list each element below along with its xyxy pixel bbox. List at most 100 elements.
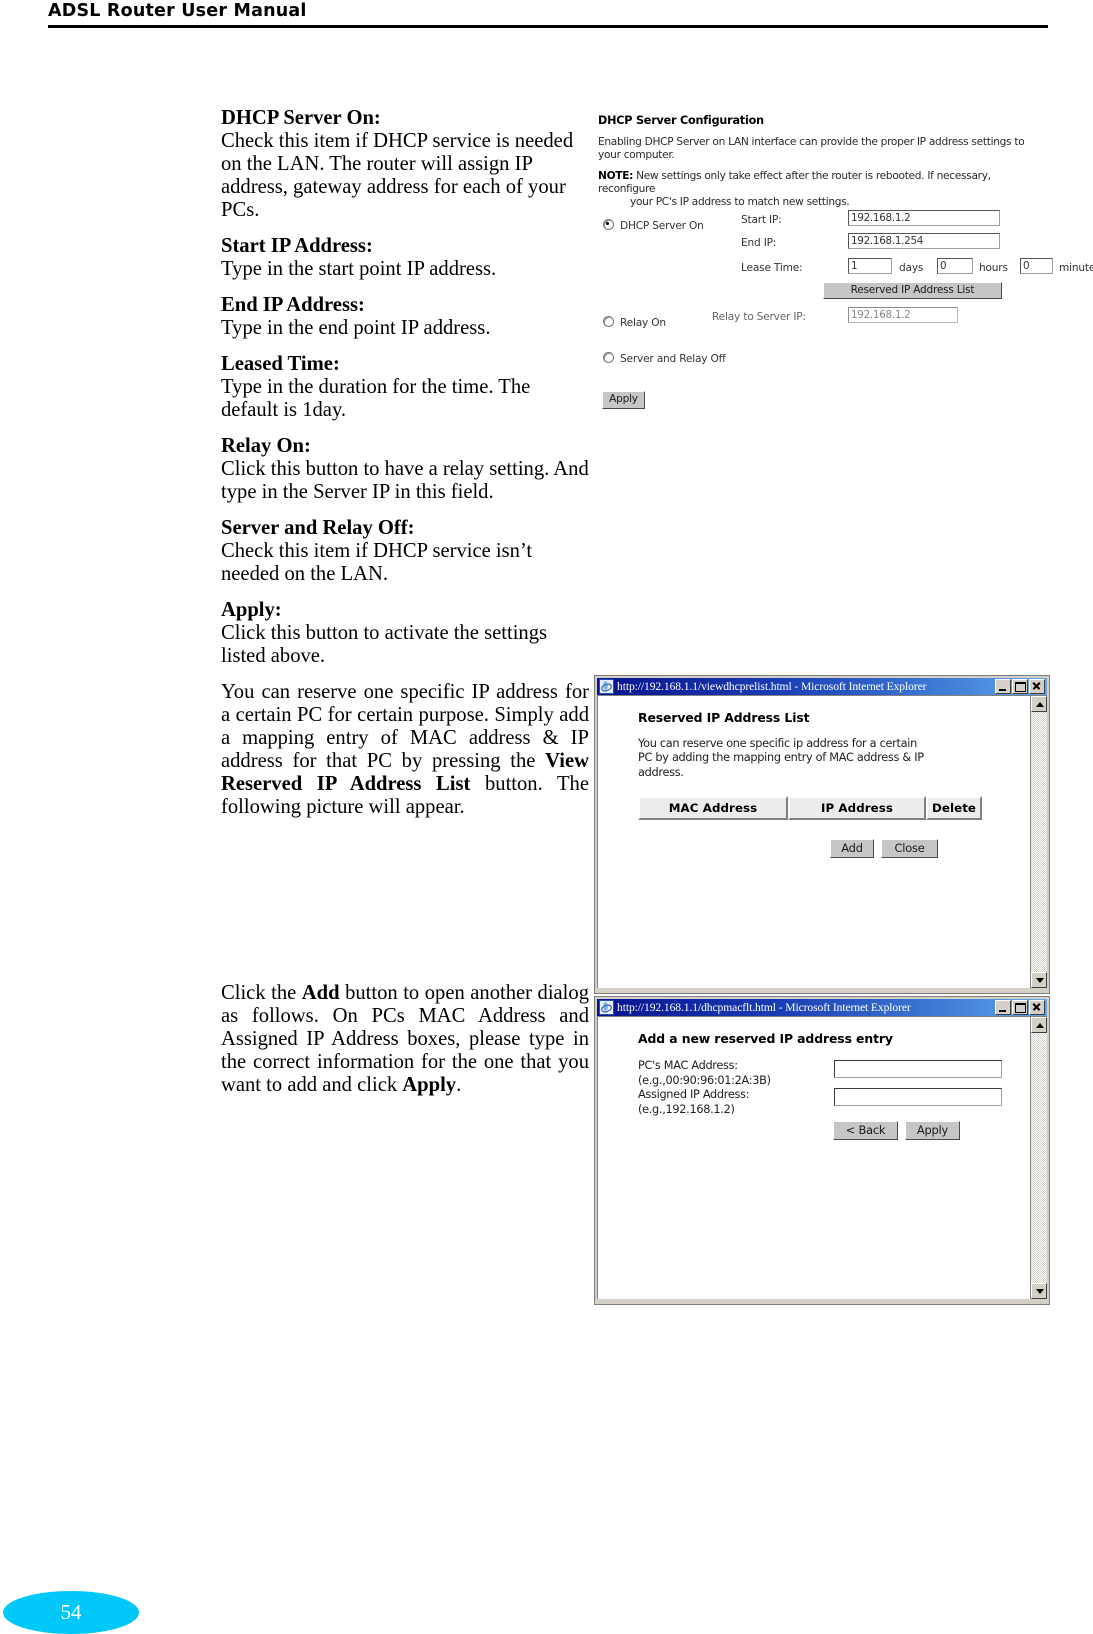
reserved-ip-table: MAC Address IP Address Delete bbox=[638, 796, 1031, 821]
back-button[interactable]: < Back bbox=[833, 1121, 898, 1140]
scrollbar-track[interactable] bbox=[1031, 1033, 1047, 1283]
page-number: 54 bbox=[60, 1600, 82, 1624]
close-icon[interactable] bbox=[1029, 679, 1045, 694]
unit-days: days bbox=[899, 262, 924, 274]
apply-button-add-entry[interactable]: Apply bbox=[905, 1121, 960, 1140]
close-icon[interactable] bbox=[1029, 1000, 1045, 1015]
desc-server-relay-off: Check this item if DHCP service isn’t ne… bbox=[221, 540, 533, 586]
reserved-list-button-row: Add Close bbox=[830, 839, 1031, 859]
window-title-add-entry: http://192.168.1.1/dhcpmacflt.html - Mic… bbox=[617, 1001, 911, 1014]
heading-reserved-ip-address-list: Reserved IP Address List bbox=[638, 710, 810, 725]
section-relay-on: Relay On: Click this button to have a re… bbox=[221, 435, 589, 504]
description-reserved-ip-address-list: You can reserve one specific ip address … bbox=[638, 737, 924, 779]
dhcp-config-heading: DHCP Server Configuration bbox=[598, 114, 764, 127]
section-dhcp-server-on: DHCP Server On: Check this item if DHCP … bbox=[221, 107, 589, 222]
input-start-ip[interactable]: 192.168.1.2 bbox=[848, 210, 1000, 226]
header-rule bbox=[48, 25, 1048, 28]
scroll-up-arrow-icon[interactable] bbox=[1031, 1017, 1047, 1033]
radio-label-server-relay-off: Server and Relay Off bbox=[620, 353, 726, 365]
apply-button-dhcp-config[interactable]: Apply bbox=[602, 391, 645, 409]
section-start-ip: Start IP Address: Type in the start poin… bbox=[221, 235, 589, 281]
internet-explorer-icon bbox=[599, 1000, 614, 1015]
radio-button-icon-relay-on[interactable] bbox=[603, 316, 614, 327]
input-lease-hours[interactable]: 0 bbox=[937, 258, 973, 274]
vertical-scrollbar-add-entry[interactable] bbox=[1030, 1017, 1047, 1299]
input-lease-days[interactable]: 1 bbox=[848, 258, 892, 274]
label-relay-on: Relay On: bbox=[221, 435, 311, 458]
window-body-reserved-list: Reserved IP Address List You can reserve… bbox=[597, 695, 1047, 988]
dhcp-config-note: NOTE: New settings only take effect afte… bbox=[598, 170, 1048, 210]
scrollbar-track[interactable] bbox=[1031, 712, 1047, 972]
unit-minutes: minutes bbox=[1059, 262, 1093, 274]
label-start-ip: Start IP Address: bbox=[221, 235, 373, 258]
radio-option-dhcp-server-on[interactable]: DHCP Server On bbox=[603, 214, 704, 233]
close-button[interactable]: Close bbox=[881, 839, 938, 859]
figure-dhcp-server-configuration: DHCP Server Configuration Enabling DHCP … bbox=[596, 110, 1093, 415]
radio-label-server-on: DHCP Server On bbox=[620, 220, 704, 232]
input-end-ip[interactable]: 192.168.1.254 bbox=[848, 233, 1000, 249]
titlebar-add-entry[interactable]: http://192.168.1.1/dhcpmacflt.html - Mic… bbox=[597, 999, 1047, 1016]
window-add-reserved-ip-entry: http://192.168.1.1/dhcpmacflt.html - Mic… bbox=[595, 997, 1049, 1304]
scroll-down-arrow-icon[interactable] bbox=[1031, 972, 1047, 988]
input-lease-minutes[interactable]: 0 bbox=[1020, 258, 1053, 274]
column-header-mac-address: MAC Address bbox=[638, 796, 788, 821]
radio-option-relay-on[interactable]: Relay On bbox=[603, 311, 666, 330]
input-relay-server-ip[interactable]: 192.168.1.2 bbox=[848, 307, 958, 323]
window-reserved-ip-address-list: http://192.168.1.1/viewdhcprelist.html -… bbox=[595, 676, 1049, 993]
page-content-reserved-list: Reserved IP Address List You can reserve… bbox=[598, 696, 1031, 988]
add-text-bold1: Add bbox=[301, 982, 340, 1005]
radio-button-icon-server-on[interactable] bbox=[603, 219, 614, 230]
figure-gap-spacer bbox=[221, 832, 589, 982]
manual-title: ADSL Router User Manual bbox=[48, 1, 307, 21]
minimize-icon[interactable] bbox=[995, 679, 1011, 694]
dhcp-config-description: Enabling DHCP Server on LAN interface ca… bbox=[598, 136, 1025, 161]
add-text-part3: . bbox=[456, 1074, 462, 1097]
desc-leased-time: Type in the duration for the time. The d… bbox=[221, 376, 531, 422]
add-entry-form: PC's MAC Address: (e.g.,00:90:96:01:2A:3… bbox=[638, 1059, 1031, 1116]
label-dhcp-server-on: DHCP Server On: bbox=[221, 107, 381, 129]
radio-label-relay-on: Relay On bbox=[620, 317, 666, 329]
column-header-ip-address: IP Address bbox=[788, 796, 926, 821]
scroll-down-arrow-icon[interactable] bbox=[1031, 1283, 1047, 1299]
vertical-scrollbar-reserved-list[interactable] bbox=[1030, 696, 1047, 988]
reserved-ip-address-list-button[interactable]: Reserved IP Address List bbox=[823, 282, 1002, 299]
minimize-icon[interactable] bbox=[995, 1000, 1011, 1015]
maximize-icon[interactable] bbox=[1012, 1000, 1028, 1015]
titlebar-reserved-list[interactable]: http://192.168.1.1/viewdhcprelist.html -… bbox=[597, 678, 1047, 695]
column-header-delete: Delete bbox=[926, 796, 982, 821]
label-apply: Apply: bbox=[221, 599, 282, 622]
note-line-2: your PC's IP address to match new settin… bbox=[630, 196, 850, 209]
radio-option-server-and-relay-off[interactable]: Server and Relay Off bbox=[603, 347, 726, 366]
internet-explorer-icon bbox=[599, 679, 614, 694]
maximize-icon[interactable] bbox=[1012, 679, 1028, 694]
window-controls-add-entry bbox=[995, 1000, 1045, 1015]
note-label: NOTE: bbox=[598, 170, 634, 182]
paragraph-reserve-ip: You can reserve one specific IP address … bbox=[221, 681, 589, 819]
scroll-up-arrow-icon[interactable] bbox=[1031, 696, 1047, 712]
desc-start-ip: Type in the start point IP address. bbox=[221, 258, 497, 281]
body-text-column: DHCP Server On: Check this item if DHCP … bbox=[221, 107, 589, 1111]
section-server-relay-off: Server and Relay Off: Check this item if… bbox=[221, 517, 589, 586]
desc-apply: Click this button to activate the settin… bbox=[221, 622, 548, 668]
label-server-relay-off: Server and Relay Off: bbox=[221, 517, 415, 540]
section-apply: Apply: Click this button to activate the… bbox=[221, 599, 589, 668]
input-pc-mac-address[interactable] bbox=[834, 1060, 1002, 1078]
radio-button-icon-server-relay-off[interactable] bbox=[603, 352, 614, 363]
unit-hours: hours bbox=[979, 262, 1008, 274]
heading-add-new-reserved-ip-entry: Add a new reserved IP address entry bbox=[638, 1031, 893, 1046]
desc-relay-on: Click this button to have a relay settin… bbox=[221, 458, 589, 504]
input-assigned-ip-address[interactable] bbox=[834, 1088, 1002, 1106]
page-header: ADSL Router User Manual bbox=[0, 0, 1093, 30]
label-assigned-ip-address-text: Assigned IP Address: bbox=[638, 1088, 750, 1102]
note-line-1: New settings only take effect after the … bbox=[598, 170, 991, 196]
desc-dhcp-server-on: Check this item if DHCP service is neede… bbox=[221, 130, 574, 222]
page-number-badge: 54 bbox=[3, 1591, 139, 1634]
desc-end-ip: Type in the end point IP address. bbox=[221, 317, 491, 340]
label-pc-mac-address-text: PC's MAC Address: bbox=[638, 1059, 738, 1072]
example-assigned-ip-address: (e.g.,192.168.1.2) bbox=[638, 1102, 735, 1116]
reserve-text-part1: You can reserve one specific IP address … bbox=[221, 681, 589, 773]
window-body-add-entry: Add a new reserved IP address entry PC's… bbox=[597, 1016, 1047, 1299]
label-start-ip-field: Start IP: bbox=[741, 214, 782, 226]
add-button[interactable]: Add bbox=[830, 839, 874, 859]
label-leased-time: Leased Time: bbox=[221, 353, 340, 376]
